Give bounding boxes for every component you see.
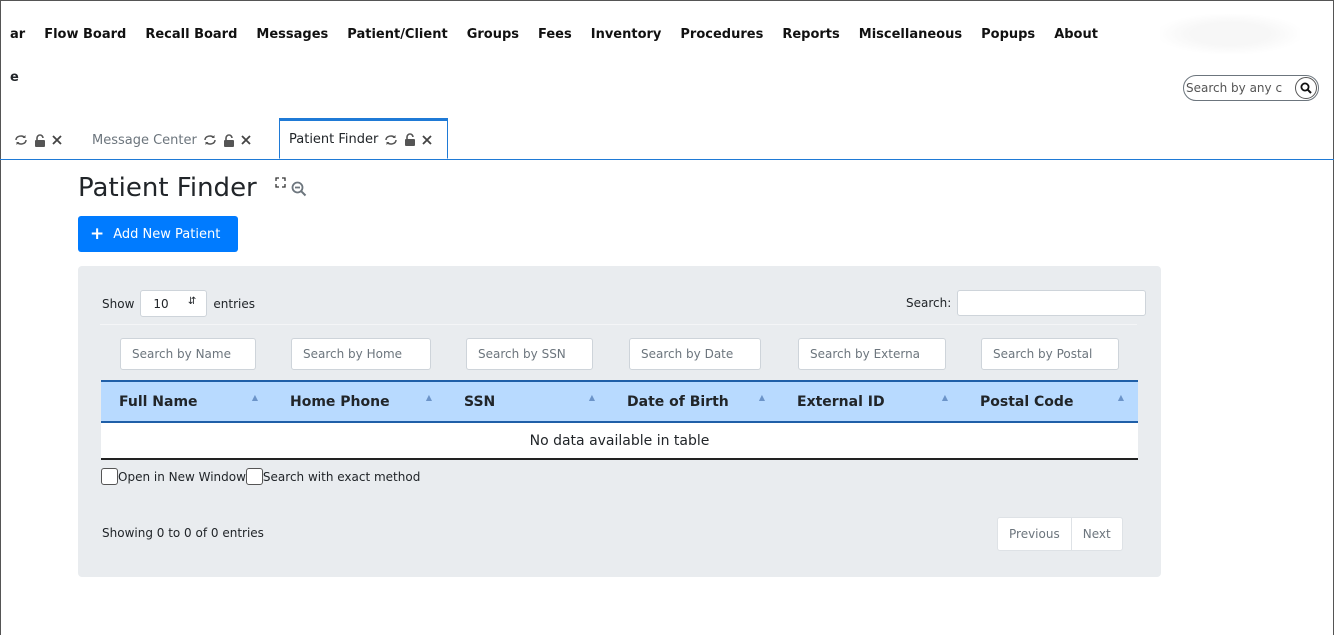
column-label: Date of Birth bbox=[627, 393, 729, 410]
close-icon[interactable] bbox=[422, 134, 433, 145]
filter-ssn[interactable] bbox=[466, 338, 593, 370]
sort-icon: ▲ bbox=[588, 393, 595, 402]
main-menu: ar Flow Board Recall Board Messages Pati… bbox=[10, 27, 1117, 43]
sort-icon: ▲ bbox=[251, 393, 258, 402]
menu-item-flow-board[interactable]: Flow Board bbox=[44, 27, 126, 43]
column-label: Postal Code bbox=[980, 393, 1074, 410]
table-search-input[interactable] bbox=[957, 290, 1147, 316]
column-header-home-phone[interactable]: Home Phone ▲ bbox=[272, 380, 446, 423]
open-new-window-label: Open in New Window bbox=[118, 469, 246, 484]
empty-table-message: No data available in table bbox=[101, 422, 1138, 460]
table-search-label: Search: bbox=[906, 296, 952, 310]
menu-item-inventory[interactable]: Inventory bbox=[591, 27, 662, 43]
entries-label: entries bbox=[213, 296, 255, 311]
search-options: Open in New Window Search with exact met… bbox=[101, 468, 420, 485]
global-search-input[interactable] bbox=[1184, 81, 1294, 95]
search-icon[interactable] bbox=[1295, 77, 1317, 99]
filter-full-name[interactable] bbox=[120, 338, 256, 370]
column-label: External ID bbox=[797, 393, 885, 410]
column-label: Full Name bbox=[119, 393, 198, 410]
column-label: SSN bbox=[464, 393, 496, 410]
table-row: No data available in table bbox=[101, 422, 1138, 460]
filter-postal-code[interactable] bbox=[981, 338, 1119, 370]
tab-patient-finder[interactable]: Patient Finder bbox=[279, 118, 449, 159]
entries-length-value: 10 bbox=[153, 296, 169, 311]
open-new-window-checkbox[interactable] bbox=[101, 468, 118, 485]
column-header-external-id[interactable]: External ID ▲ bbox=[779, 380, 962, 423]
tab-label: Patient Finder bbox=[289, 132, 379, 147]
column-header-date-of-birth[interactable]: Date of Birth ▲ bbox=[609, 380, 779, 423]
menu-item-messages[interactable]: Messages bbox=[256, 27, 328, 43]
column-label: Home Phone bbox=[290, 393, 390, 410]
refresh-icon[interactable] bbox=[14, 134, 28, 146]
divider bbox=[100, 324, 1137, 325]
menu-item-reports[interactable]: Reports bbox=[782, 27, 839, 43]
menu-item-miscellaneous[interactable]: Miscellaneous bbox=[859, 27, 962, 43]
filter-external-id[interactable] bbox=[798, 338, 946, 370]
show-label: Show bbox=[102, 296, 135, 311]
zoom-out-icon[interactable] bbox=[291, 181, 307, 201]
menu-item-truncated[interactable]: e bbox=[10, 70, 19, 85]
unlock-icon[interactable] bbox=[404, 133, 416, 146]
add-new-patient-label: Add New Patient bbox=[113, 226, 221, 242]
menu-item-about[interactable]: About bbox=[1054, 27, 1098, 43]
table-info: Showing 0 to 0 of 0 entries bbox=[102, 526, 264, 540]
exact-method-checkbox[interactable] bbox=[245, 468, 263, 485]
select-caret-icon: ⇵ bbox=[188, 296, 197, 307]
sort-icon: ▲ bbox=[425, 393, 432, 402]
close-icon[interactable] bbox=[52, 135, 62, 145]
page-title: Patient Finder bbox=[78, 173, 257, 203]
table-header-row: Full Name ▲ Home Phone ▲ SSN ▲ Date of Birt… bbox=[101, 380, 1138, 423]
refresh-icon[interactable] bbox=[384, 134, 398, 146]
table-search: Search: bbox=[906, 290, 1147, 316]
tab-bar: Message Center Patient Finder bbox=[0, 118, 1334, 160]
previous-page-button[interactable]: Previous bbox=[998, 518, 1071, 550]
column-header-full-name[interactable]: Full Name ▲ bbox=[101, 380, 272, 423]
sort-icon: ▲ bbox=[1117, 393, 1124, 402]
filter-home-phone[interactable] bbox=[291, 338, 431, 370]
sort-icon: ▲ bbox=[758, 393, 765, 402]
entries-length-select[interactable]: 10 ⇵ bbox=[140, 290, 208, 317]
expand-icon[interactable] bbox=[275, 173, 286, 192]
menu-item-procedures[interactable]: Procedures bbox=[680, 27, 763, 43]
redacted-user-area bbox=[1160, 14, 1300, 54]
patient-table: Full Name ▲ Home Phone ▲ SSN ▲ Date of Birt… bbox=[101, 380, 1138, 460]
tab-message-center[interactable]: Message Center bbox=[92, 120, 257, 160]
menu-item-groups[interactable]: Groups bbox=[467, 27, 519, 43]
sort-icon: ▲ bbox=[941, 393, 948, 402]
plus-icon: + bbox=[90, 223, 105, 244]
unlock-icon[interactable] bbox=[223, 133, 235, 147]
global-search-box bbox=[1183, 75, 1319, 101]
exact-method-label: Search with exact method bbox=[262, 469, 421, 484]
next-page-button[interactable]: Next bbox=[1070, 518, 1122, 550]
add-new-patient-button[interactable]: + Add New Patient bbox=[78, 216, 238, 252]
menu-item-fees[interactable]: Fees bbox=[538, 27, 572, 43]
filter-date-of-birth[interactable] bbox=[629, 338, 761, 370]
menu-item-popups[interactable]: Popups bbox=[981, 27, 1035, 43]
pagination: Previous Next bbox=[997, 517, 1123, 551]
refresh-icon[interactable] bbox=[203, 134, 217, 146]
unlock-icon[interactable] bbox=[34, 133, 46, 147]
patient-table-panel: Show 10 ⇵ entries Search: Full Name ▲ Hom… bbox=[78, 266, 1161, 577]
menu-item-patient-client[interactable]: Patient/Client bbox=[347, 27, 447, 43]
menu-item-calendar[interactable]: ar bbox=[10, 27, 25, 43]
tab-label: Message Center bbox=[92, 132, 197, 148]
close-icon[interactable] bbox=[241, 135, 251, 145]
tab-previous[interactable] bbox=[14, 120, 68, 160]
menu-item-recall-board[interactable]: Recall Board bbox=[145, 27, 237, 43]
column-header-ssn[interactable]: SSN ▲ bbox=[446, 380, 609, 423]
column-header-postal-code[interactable]: Postal Code ▲ bbox=[962, 380, 1138, 423]
entries-length-control: Show 10 ⇵ entries bbox=[102, 290, 255, 317]
